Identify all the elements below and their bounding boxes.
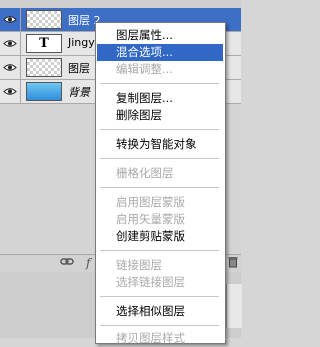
menu-item-create-clipping-mask[interactable]: 创建剪贴蒙版 — [97, 228, 223, 245]
menu-item-blending-options[interactable]: 混合选项... — [97, 44, 223, 61]
menu-item-copy-layer-style: 拷贝图层样式 — [116, 331, 185, 345]
eye-icon[interactable] — [0, 8, 21, 31]
menu-item-layer-properties[interactable]: 图层属性... — [97, 27, 223, 44]
menu-separator — [100, 158, 219, 159]
layer-context-menu: 图层属性... 混合选项... 编辑调整... 复制图层... 删除图层 转换为… — [95, 22, 226, 345]
link-icon[interactable] — [60, 256, 74, 271]
layer-name[interactable]: 背景 — [68, 84, 90, 100]
background-layer-thumbnail[interactable] — [26, 82, 62, 101]
menu-separator — [100, 129, 219, 130]
menu-item-edit-adjustment: 编辑调整... — [116, 62, 173, 76]
menu-separator — [100, 296, 219, 297]
menu-separator — [100, 187, 219, 188]
menu-item-rasterize-layer: 栅格化图层 — [116, 166, 174, 180]
layer-thumbnail[interactable] — [26, 58, 62, 77]
side-strip — [226, 284, 242, 328]
panel-top-strip — [0, 0, 241, 8]
menu-separator — [100, 325, 219, 326]
menu-item-select-similar-layers[interactable]: 选择相似图层 — [97, 303, 223, 320]
menu-item-select-linked-layers: 选择链接图层 — [116, 275, 185, 289]
fx-icon[interactable]: f — [86, 256, 90, 270]
layer-thumbnail[interactable] — [26, 10, 62, 29]
eye-icon[interactable] — [0, 32, 21, 55]
menu-item-enable-vector-mask: 启用矢量蒙版 — [116, 212, 185, 226]
menu-separator — [100, 83, 219, 84]
menu-separator — [100, 250, 219, 251]
menu-item-duplicate-layer[interactable]: 复制图层... — [97, 90, 223, 107]
menu-item-convert-to-smart-object[interactable]: 转换为智能对象 — [97, 136, 223, 153]
text-layer-thumbnail[interactable]: T — [26, 34, 62, 53]
eye-icon[interactable] — [0, 56, 21, 79]
layer-name[interactable]: 图层 — [68, 60, 90, 76]
menu-item-enable-layer-mask: 启用图层蒙版 — [116, 195, 185, 209]
menu-item-link-layers: 链接图层 — [116, 258, 162, 272]
eye-icon[interactable] — [0, 80, 21, 103]
trash-icon[interactable] — [228, 256, 238, 271]
menu-item-delete-layer[interactable]: 删除图层 — [97, 107, 223, 124]
